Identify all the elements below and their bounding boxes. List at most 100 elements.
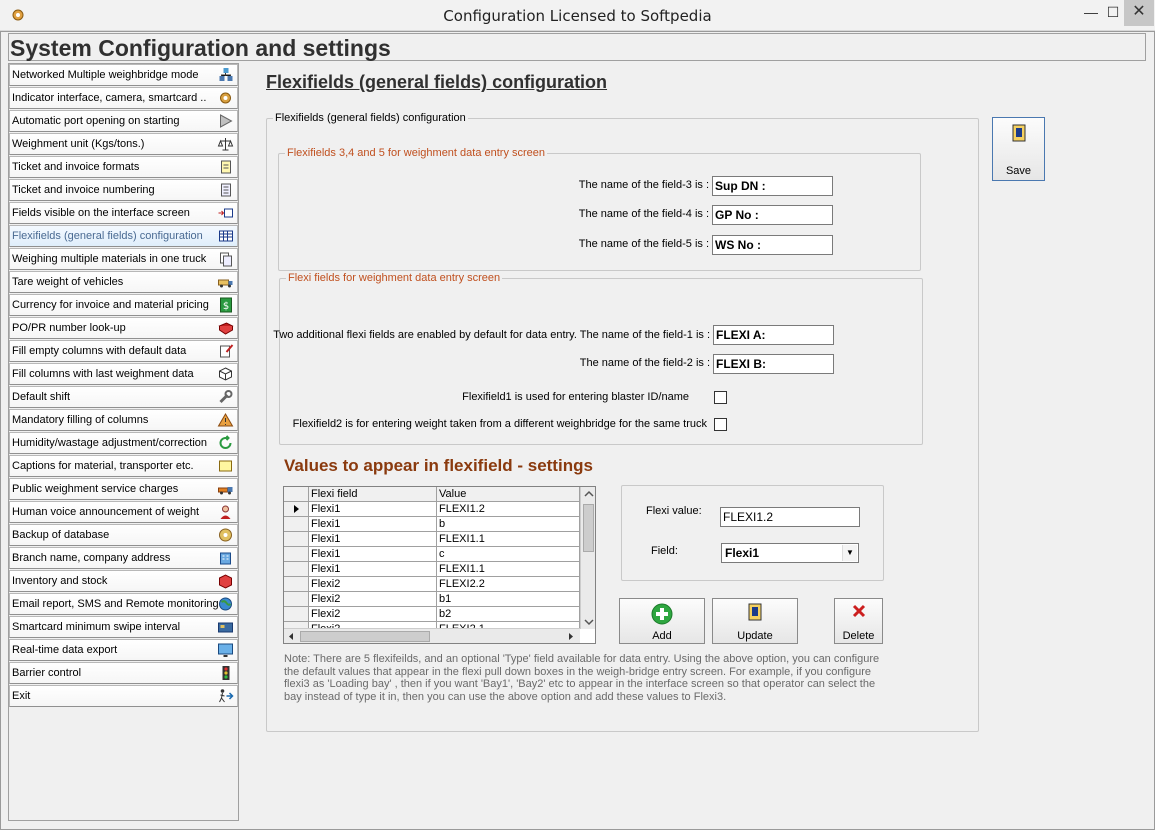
sidebar-item[interactable]: Backup of database — [9, 524, 238, 546]
sidebar-item[interactable]: Tare weight of vehicles — [9, 271, 238, 293]
table-row[interactable]: Flexi1 b — [284, 517, 580, 532]
cell-value[interactable]: FLEXI1.1 — [437, 532, 580, 547]
table-row[interactable]: Flexi1 FLEXI1.1 — [284, 562, 580, 577]
minimize-button[interactable]: — — [1080, 0, 1102, 26]
different-weighbridge-checkbox[interactable] — [714, 418, 727, 431]
sidebar-item-label: Branch name, company address — [12, 552, 171, 564]
cell-flexi-field[interactable]: Flexi2 — [309, 577, 437, 592]
cell-value[interactable]: c — [437, 547, 580, 562]
grid-vertical-scrollbar[interactable] — [580, 487, 596, 629]
cell-value[interactable]: b2 — [437, 607, 580, 622]
sidebar-item[interactable]: Humidity/wastage adjustment/correction — [9, 432, 238, 454]
sidebar-item[interactable]: Branch name, company address — [9, 547, 238, 569]
sidebar-item[interactable]: Smartcard minimum swipe interval — [9, 616, 238, 638]
cell-value[interactable]: b1 — [437, 592, 580, 607]
table-row[interactable]: Flexi2 b2 — [284, 607, 580, 622]
scroll-down-icon[interactable] — [581, 615, 596, 629]
cell-value[interactable]: FLEXI1.1 — [437, 562, 580, 577]
sidebar-item[interactable]: Flexifields (general fields) configurati… — [9, 225, 238, 247]
sidebar-item-label: Public weighment service charges — [12, 483, 179, 495]
row-header[interactable] — [284, 592, 309, 607]
hscroll-thumb[interactable] — [300, 631, 430, 642]
scroll-up-icon[interactable] — [581, 487, 596, 501]
column-header-flexi-field[interactable]: Flexi field — [309, 487, 437, 502]
field5-input[interactable]: WS No : — [712, 235, 833, 255]
field2-input[interactable]: FLEXI B: — [713, 354, 834, 374]
scroll-right-icon[interactable] — [564, 629, 578, 644]
sidebar-item[interactable]: Indicator interface, camera, smartcard .… — [9, 87, 238, 109]
table-row[interactable]: Flexi2 FLEXI2.2 — [284, 577, 580, 592]
field4-input[interactable]: GP No : — [712, 205, 833, 225]
table-row[interactable]: Flexi2 b1 — [284, 592, 580, 607]
column-header-value[interactable]: Value — [437, 487, 580, 502]
sidebar-item[interactable]: Public weighment service charges — [9, 478, 238, 500]
group-legend: Flexifields (general fields) configurati… — [273, 112, 468, 125]
sidebar-item[interactable]: Currency for invoice and material pricin… — [9, 294, 238, 316]
sidebar-item[interactable]: Barrier control — [9, 662, 238, 684]
sidebar-item[interactable]: Networked Multiple weighbridge mode — [9, 64, 238, 86]
table-row[interactable]: Flexi1 FLEXI1.1 — [284, 532, 580, 547]
box-icon — [219, 574, 232, 589]
scroll-thumb[interactable] — [583, 504, 594, 552]
sidebar-item[interactable]: Ticket and invoice formats — [9, 156, 238, 178]
cell-value[interactable]: FLEXI2.2 — [437, 577, 580, 592]
check2-label: Flexifield2 is for entering weight taken… — [292, 418, 707, 430]
field-select[interactable]: Flexi1 ▼ — [721, 543, 859, 563]
table-row[interactable]: Flexi1 FLEXI1.2 — [284, 502, 580, 517]
cell-flexi-field[interactable]: Flexi1 — [309, 517, 437, 532]
row-header[interactable] — [284, 607, 309, 622]
row-header[interactable] — [284, 517, 309, 532]
table-row[interactable]: Flexi1 c — [284, 547, 580, 562]
sidebar-item-label: Ticket and invoice numbering — [12, 184, 155, 196]
save-button[interactable]: Save — [992, 117, 1045, 181]
cell-flexi-field[interactable]: Flexi1 — [309, 562, 437, 577]
book-icon — [218, 322, 234, 335]
sidebar-item[interactable]: PO/PR number look-up — [9, 317, 238, 339]
sidebar-item[interactable]: Email report, SMS and Remote monitoring — [9, 593, 238, 615]
maximize-button[interactable]: ☐ — [1102, 0, 1124, 26]
sidebar-item[interactable]: Exit — [9, 685, 238, 707]
sidebar-item[interactable]: Fields visible on the interface screen — [9, 202, 238, 224]
grid-horizontal-scrollbar[interactable] — [284, 628, 580, 644]
edit-icon — [220, 344, 234, 358]
sidebar-item[interactable]: Fill empty columns with default data — [9, 340, 238, 362]
flexi-values-grid[interactable]: Flexi field Value Flexi1 FLEXI1.2 Flexi1 b F… — [283, 486, 596, 644]
flexi-value-input[interactable]: FLEXI1.2 — [720, 507, 860, 527]
field2-label: The name of the field-2 is : — [579, 357, 710, 369]
sidebar-item[interactable]: Human voice announcement of weight — [9, 501, 238, 523]
row-header[interactable] — [284, 547, 309, 562]
sidebar-item[interactable]: Real-time data export — [9, 639, 238, 661]
row-header[interactable] — [284, 562, 309, 577]
sidebar-item[interactable]: Inventory and stock — [9, 570, 238, 592]
window-arrow-icon — [218, 208, 233, 218]
update-button[interactable]: Update — [712, 598, 798, 644]
add-button[interactable]: Add — [619, 598, 705, 644]
sidebar-item[interactable]: Ticket and invoice numbering — [9, 179, 238, 201]
cell-flexi-field[interactable]: Flexi2 — [309, 607, 437, 622]
close-button[interactable]: ✕ — [1124, 0, 1154, 26]
sidebar-item-label: Smartcard minimum swipe interval — [12, 621, 181, 633]
sidebar-item[interactable]: Mandatory filling of columns — [9, 409, 238, 431]
cell-flexi-field[interactable]: Flexi1 — [309, 502, 437, 517]
field1-input[interactable]: FLEXI A: — [713, 325, 834, 345]
blaster-id-checkbox[interactable] — [714, 391, 727, 404]
delete-button[interactable]: Delete — [834, 598, 883, 644]
scroll-left-icon[interactable] — [284, 629, 298, 644]
field3-input[interactable]: Sup DN : — [712, 176, 833, 196]
cell-value[interactable]: FLEXI1.2 — [437, 502, 580, 517]
sidebar-item[interactable]: Automatic port opening on starting — [9, 110, 238, 132]
sidebar-item[interactable]: Captions for material, transporter etc. — [9, 455, 238, 477]
cell-flexi-field[interactable]: Flexi1 — [309, 532, 437, 547]
cell-flexi-field[interactable]: Flexi1 — [309, 547, 437, 562]
row-header[interactable] — [284, 502, 309, 517]
cell-flexi-field[interactable]: Flexi2 — [309, 592, 437, 607]
chevron-down-icon[interactable]: ▼ — [842, 545, 857, 561]
sidebar-item[interactable]: Fill columns with last weighment data — [9, 363, 238, 385]
sidebar-item[interactable]: Default shift — [9, 386, 238, 408]
cell-value[interactable]: b — [437, 517, 580, 532]
sidebar-item[interactable]: Weighment unit (Kgs/tons.) — [9, 133, 238, 155]
row-header[interactable] — [284, 532, 309, 547]
sidebar-item[interactable]: Weighing multiple materials in one truck — [9, 248, 238, 270]
row-header[interactable] — [284, 577, 309, 592]
current-row-icon — [294, 505, 299, 513]
